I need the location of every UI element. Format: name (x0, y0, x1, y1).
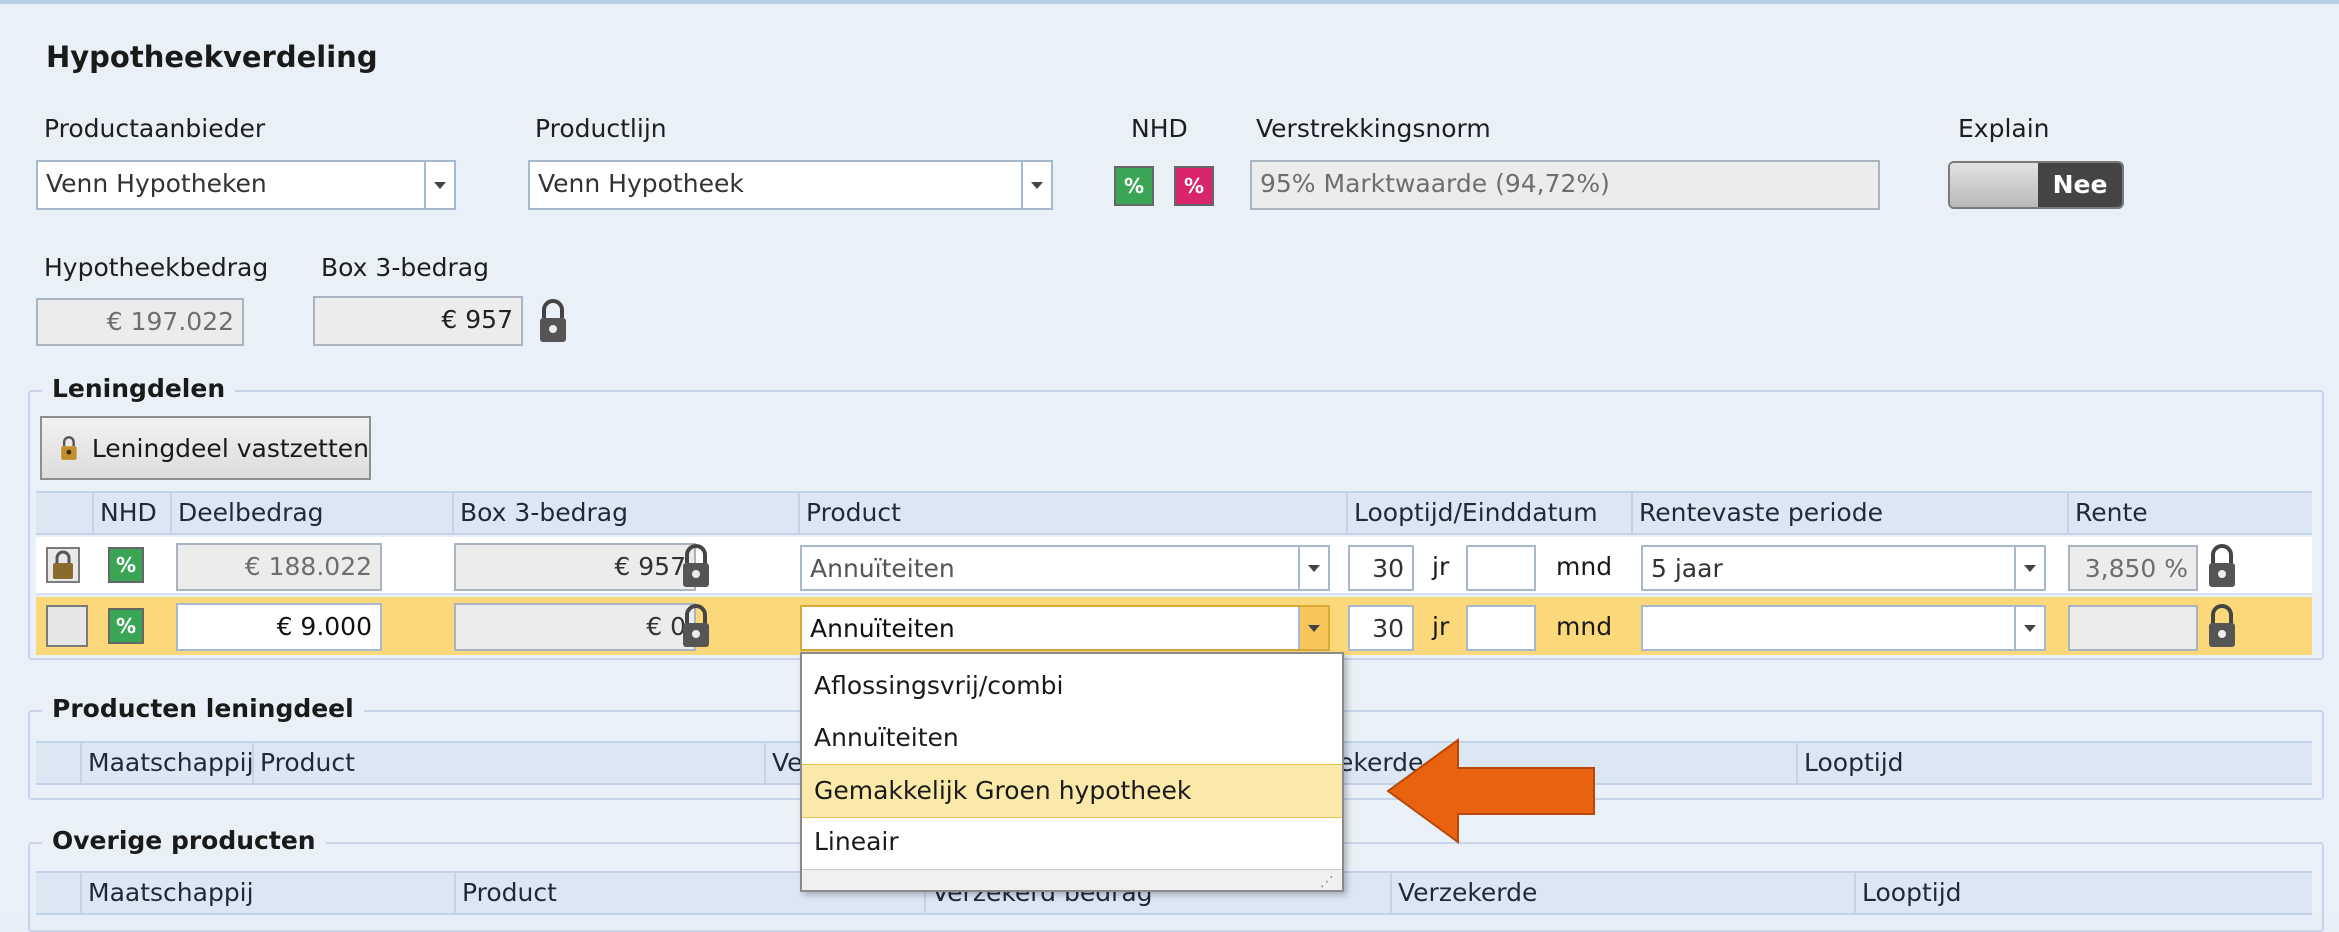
rente-value: 3,850 % (2084, 554, 2188, 583)
col-verzekerde[interactable]: Verzekerde (1390, 873, 1854, 913)
verstrekkingsnorm-value: 95% Marktwaarde (94,72%) (1260, 169, 1610, 198)
rentevaste-periode-select[interactable] (1641, 605, 2046, 651)
rente-field: 3,850 % (2068, 545, 2198, 591)
label-nhd: NHD (1131, 114, 1188, 143)
dropdown-option-highlighted[interactable]: Gemakkelijk Groen hypotheek (802, 764, 1342, 818)
unit-jr: jr (1432, 552, 1450, 581)
col-maatschappij[interactable]: Maatschappij (80, 873, 498, 913)
box3-field: € 957 (313, 296, 523, 346)
leningdeel-vastzetten-button[interactable]: Leningdeel vastzetten (40, 416, 371, 480)
nhd-green-icon[interactable]: % (1114, 166, 1154, 206)
leningdeel-vastzetten-label: Leningdeel vastzetten (91, 433, 369, 463)
col-product[interactable]: Product (798, 493, 1346, 533)
product-dropdown-list[interactable]: Aflossingsvrij/combi Annuïteiten Gemakke… (800, 652, 1344, 892)
col-looptijd[interactable]: Looptijd (1854, 873, 2312, 913)
chevron-down-icon[interactable] (1298, 547, 1328, 589)
col-deelbedrag[interactable]: Deelbedrag (170, 493, 452, 533)
deelbedrag-field: € 188.022 (176, 543, 382, 591)
unit-jr: jr (1432, 612, 1450, 641)
row-lock-toggle[interactable] (46, 547, 80, 583)
page-title: Hypotheekverdeling (46, 40, 378, 74)
verstrekkingsnorm-field: 95% Marktwaarde (94,72%) (1250, 160, 1880, 210)
lock-icon (53, 550, 73, 579)
lock-icon (61, 436, 77, 460)
productaanbieder-select[interactable]: Venn Hypotheken (36, 160, 456, 210)
productlijn-select[interactable]: Venn Hypotheek (528, 160, 1053, 210)
looptijd-mnd-input[interactable] (1466, 605, 1536, 651)
deelbedrag-input[interactable]: € 9.000 (176, 603, 382, 651)
product-select[interactable]: Annuïteiten (800, 545, 1330, 591)
lock-icon[interactable] (2206, 543, 2238, 589)
label-productlijn: Productlijn (535, 114, 667, 143)
hypotheekbedrag-field: € 197.022 (36, 298, 244, 346)
lock-icon[interactable] (537, 298, 569, 344)
row-lock-toggle[interactable] (46, 605, 88, 647)
label-box3: Box 3-bedrag (321, 253, 489, 282)
label-hypotheekbedrag: Hypotheekbedrag (44, 253, 269, 282)
box3-row-value: € 957 (614, 552, 686, 581)
nhd-icon[interactable]: % (108, 547, 144, 583)
dropdown-resize-bar[interactable]: ⋰ (802, 869, 1342, 890)
chevron-down-icon[interactable] (1021, 162, 1051, 208)
label-verstrekkingsnorm: Verstrekkingsnorm (1256, 114, 1491, 143)
nhd-icon[interactable]: % (108, 608, 144, 644)
dropdown-option[interactable]: Annuïteiten (802, 712, 1342, 764)
product-value: Annuïteiten (810, 614, 955, 643)
nhd-pink-icon[interactable]: % (1174, 166, 1214, 206)
col-maatschappij[interactable]: Maatschappij (80, 743, 252, 783)
toggle-knob (1950, 163, 2038, 207)
overige-producten-title: Overige producten (42, 826, 326, 855)
unit-mnd: mnd (1556, 552, 1613, 581)
looptijd-mnd-input[interactable] (1466, 545, 1536, 591)
rentevaste-periode-select[interactable]: 5 jaar (1641, 545, 2046, 591)
box3-row-field: € 0 (454, 603, 696, 651)
box3-row-field: € 957 (454, 543, 696, 591)
explain-toggle[interactable]: Nee (1948, 161, 2124, 209)
producten-leningdeel-title: Producten leningdeel (42, 694, 364, 723)
looptijd-jr-input[interactable]: 30 (1348, 605, 1414, 651)
col-rente[interactable]: Rente (2067, 493, 2312, 533)
chevron-down-icon[interactable] (2014, 547, 2044, 589)
dropdown-option[interactable]: Aflossingsvrij/combi (802, 660, 1342, 712)
col-box3[interactable]: Box 3-bedrag (452, 493, 798, 533)
resize-grip-icon[interactable]: ⋰ (1320, 874, 1334, 890)
lock-icon[interactable] (680, 603, 712, 649)
productaanbieder-value: Venn Hypotheken (46, 169, 267, 198)
deelbedrag-value: € 188.022 (244, 552, 372, 581)
arrow-left-icon (1386, 738, 1595, 844)
leningdelen-header: NHD Deelbedrag Box 3-bedrag Product Loop… (36, 491, 2312, 535)
lock-icon[interactable] (680, 543, 712, 589)
jr-value: 30 (1372, 554, 1404, 583)
toggle-label: Nee (2038, 163, 2122, 207)
product-value: Annuïteiten (810, 554, 955, 583)
chevron-down-icon[interactable] (424, 162, 454, 208)
looptijd-jr-input[interactable]: 30 (1348, 545, 1414, 591)
rvp-value: 5 jaar (1651, 554, 1723, 583)
table-row[interactable]: % € 188.022 € 957 Annuïteiten 30 jr mnd … (36, 537, 2312, 595)
leningdelen-title: Leningdelen (42, 374, 236, 403)
label-productaanbieder: Productaanbieder (44, 114, 266, 143)
chevron-down-icon[interactable] (1298, 607, 1328, 649)
jr-value: 30 (1372, 614, 1404, 643)
dropdown-option[interactable]: Lineair (802, 816, 1342, 868)
unit-mnd: mnd (1556, 612, 1613, 641)
col-product[interactable]: Product (252, 743, 808, 783)
chevron-down-icon[interactable] (2014, 607, 2044, 649)
deelbedrag-value: € 9.000 (276, 612, 372, 641)
product-select-open[interactable]: Annuïteiten (800, 605, 1330, 651)
rente-field (2068, 605, 2198, 651)
label-explain: Explain (1958, 114, 2050, 143)
col-looptijd[interactable]: Looptijd/Einddatum (1346, 493, 1631, 533)
col-nhd[interactable]: NHD (92, 493, 170, 533)
lock-icon[interactable] (2206, 603, 2238, 649)
table-row-selected[interactable]: % € 9.000 € 0 Annuïteiten 30 jr mnd (36, 597, 2312, 655)
col-rentevaste-periode[interactable]: Rentevaste periode (1631, 493, 2067, 533)
col-looptijd[interactable]: Looptijd (1796, 743, 2312, 783)
hypotheekbedrag-value: € 197.022 (106, 307, 234, 336)
box3-value: € 957 (441, 305, 513, 334)
productlijn-value: Venn Hypotheek (538, 169, 744, 198)
